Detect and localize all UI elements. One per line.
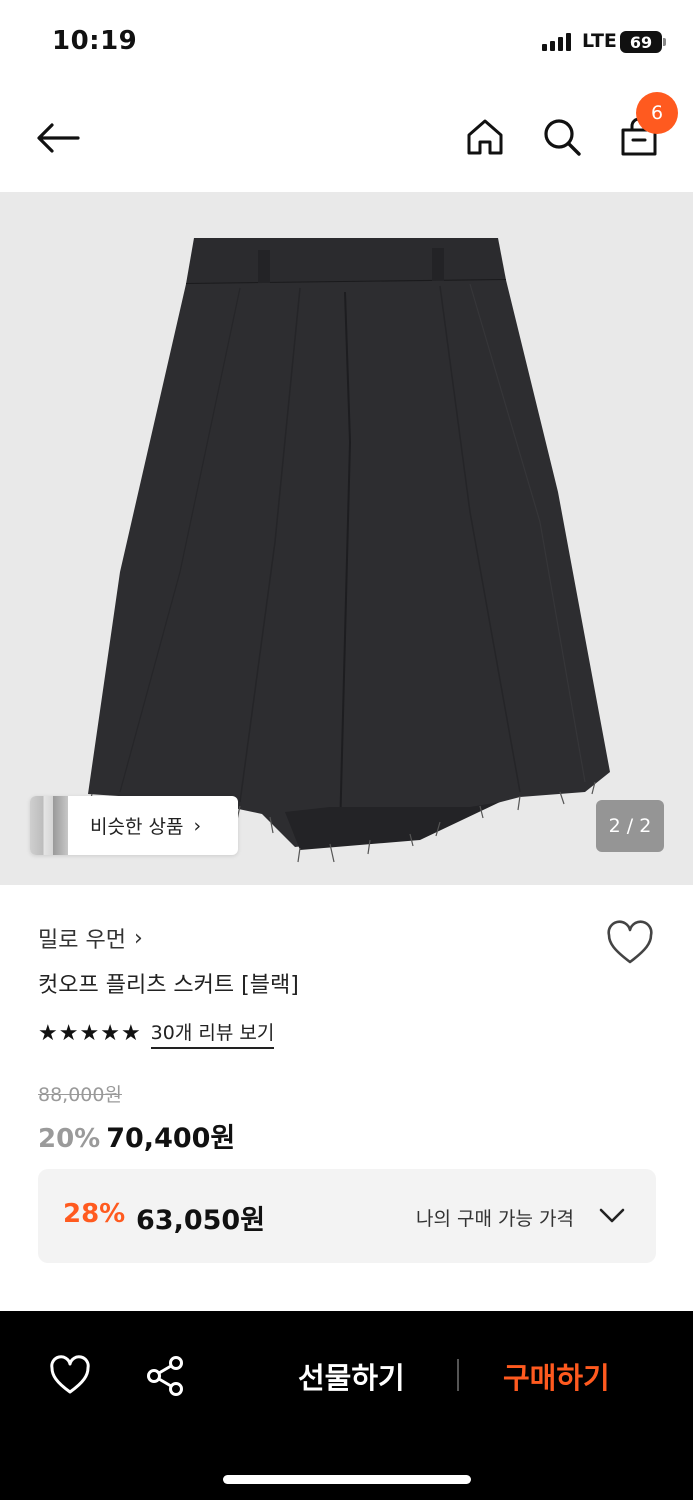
brand-link[interactable]: 밀로 우먼 › (38, 922, 143, 954)
home-icon (467, 119, 503, 155)
network-type: LTE (582, 30, 617, 52)
share-button[interactable] (143, 1354, 187, 1398)
review-link[interactable]: 30개 리뷰 보기 (150, 1018, 275, 1049)
similar-products-button[interactable]: 비슷한 상품 › (30, 796, 238, 855)
share-icon (147, 1356, 183, 1396)
divider (457, 1359, 459, 1391)
original-price: 88,000원 (38, 1084, 122, 1106)
my-price-dropdown[interactable]: 28% 63,050원 나의 구매 가능 가격 (38, 1169, 656, 1263)
cart-count-badge: 6 (636, 92, 678, 134)
product-image[interactable] (0, 192, 693, 885)
product-title: 컷오프 플리츠 스커트 [블랙] (38, 973, 299, 998)
sale-price: 70,400원 (106, 1123, 236, 1154)
star-icon: ★ (120, 1020, 141, 1046)
wishlist-button[interactable] (604, 918, 656, 970)
star-icon: ★ (100, 1020, 120, 1046)
battery-level: 69 (629, 32, 653, 52)
status-bar: 10:19 LTE 69 (0, 0, 693, 82)
signal-icon (542, 33, 571, 51)
brand-name: 밀로 우먼 (38, 928, 126, 953)
bottom-wishlist-button[interactable] (48, 1354, 92, 1398)
status-time: 10:19 (52, 26, 138, 56)
rating-row: ★ ★ ★ ★ ★ 30개 리뷰 보기 (38, 1018, 275, 1049)
heart-icon (607, 920, 653, 964)
chevron-right-icon: › (193, 814, 202, 837)
star-icon: ★ (79, 1020, 100, 1046)
chevron-down-icon (599, 1208, 625, 1223)
home-indicator[interactable] (223, 1475, 471, 1484)
similar-products-label: 비슷한 상품 (90, 816, 184, 838)
heart-icon (50, 1355, 90, 1394)
rating-stars: ★ ★ ★ ★ ★ (38, 1020, 141, 1046)
star-icon: ★ (38, 1020, 58, 1046)
similar-thumbnail (30, 796, 68, 855)
star-icon: ★ (58, 1020, 79, 1046)
discount-percent: 20% (38, 1124, 101, 1154)
chevron-right-icon: › (133, 925, 143, 951)
battery-icon: 69 (620, 31, 666, 53)
search-button[interactable] (535, 110, 589, 164)
bottom-action-bar: 선물하기 구매하기 (0, 1311, 693, 1500)
image-page-indicator: 2 / 2 (596, 800, 664, 852)
skirt-image (88, 238, 610, 863)
back-arrow-icon (37, 123, 80, 153)
nav-header (0, 82, 693, 192)
buy-button[interactable]: 구매하기 (503, 1355, 610, 1397)
sale-price-row: 20% 70,400원 (38, 1116, 235, 1155)
my-discount-percent: 28% (63, 1199, 126, 1229)
search-icon (544, 119, 581, 156)
gift-button[interactable]: 선물하기 (298, 1355, 405, 1397)
my-price: 63,050원 (136, 1205, 266, 1236)
home-button[interactable] (458, 110, 512, 164)
my-price-label: 나의 구매 가능 가격 (416, 1208, 574, 1230)
back-button[interactable] (30, 110, 86, 166)
